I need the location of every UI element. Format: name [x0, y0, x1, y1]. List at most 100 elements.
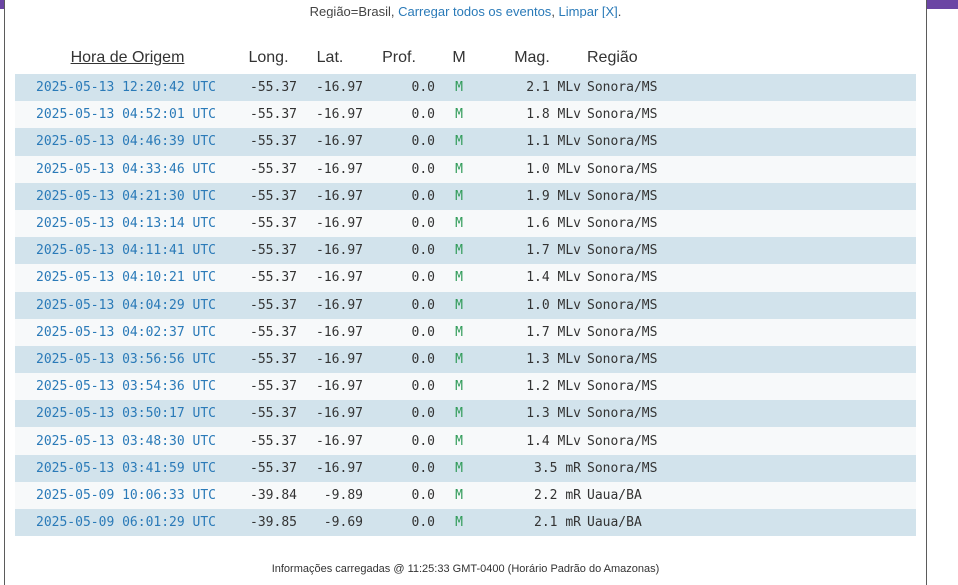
table-row[interactable]: 2025-05-13 03:48:30 UTC -55.37 -16.97 0.0 M 1…	[15, 427, 916, 455]
event-region: Sonora/MS	[581, 155, 916, 183]
event-depth: 0.0	[363, 373, 435, 401]
event-longitude: -55.37	[240, 237, 297, 265]
event-time-link[interactable]: 2025-05-13 03:56:56 UTC	[15, 345, 240, 374]
event-magnitude: 1.3 MLv	[483, 400, 581, 428]
table-row[interactable]: 2025-05-13 03:54:36 UTC -55.37 -16.97 0.0 M 1…	[15, 373, 916, 401]
table-row[interactable]: 2025-05-13 03:41:59 UTC -55.37 -16.97 0.0 M 3…	[15, 454, 916, 482]
event-mode: M	[435, 373, 483, 401]
event-rows: 2025-05-13 12:20:42 UTC -55.37 -16.97 0.0 M 2…	[15, 74, 916, 537]
event-depth: 0.0	[363, 74, 435, 102]
event-region: Sonora/MS	[581, 101, 916, 129]
event-magnitude: 1.0 MLv	[483, 155, 581, 183]
event-depth: 0.0	[363, 128, 435, 156]
event-time-link[interactable]: 2025-05-13 04:13:14 UTC	[15, 209, 240, 238]
event-time-link[interactable]: 2025-05-13 04:46:39 UTC	[15, 128, 240, 156]
event-depth: 0.0	[363, 481, 435, 509]
event-mode: M	[435, 128, 483, 156]
table-row[interactable]: 2025-05-13 04:46:39 UTC -55.37 -16.97 0.0 M 1…	[15, 128, 916, 156]
table-row[interactable]: 2025-05-09 10:06:33 UTC -39.84 -9.89 0.0 M 2.…	[15, 481, 916, 509]
event-region: Sonora/MS	[581, 427, 916, 455]
event-time-link[interactable]: 2025-05-13 04:21:30 UTC	[15, 182, 240, 210]
event-longitude: -39.85	[240, 509, 297, 537]
event-region: Uaua/BA	[581, 481, 916, 509]
event-latitude: -16.97	[297, 209, 363, 238]
event-longitude: -55.37	[240, 400, 297, 428]
event-time-link[interactable]: 2025-05-13 04:10:21 UTC	[15, 264, 240, 292]
event-time-link[interactable]: 2025-05-13 04:02:37 UTC	[15, 318, 240, 346]
table-row[interactable]: 2025-05-13 04:33:46 UTC -55.37 -16.97 0.0 M 1…	[15, 155, 916, 183]
event-region: Sonora/MS	[581, 209, 916, 238]
event-longitude: -55.37	[240, 291, 297, 319]
event-mode: M	[435, 427, 483, 455]
event-longitude: -55.37	[240, 264, 297, 292]
event-longitude: -55.37	[240, 345, 297, 374]
event-time-link[interactable]: 2025-05-09 10:06:33 UTC	[15, 481, 240, 509]
event-magnitude: 2.1 mR	[483, 509, 581, 537]
table-row[interactable]: 2025-05-13 03:50:17 UTC -55.37 -16.97 0.0 M 1…	[15, 400, 916, 428]
event-longitude: -55.37	[240, 427, 297, 455]
table-row[interactable]: 2025-05-13 04:21:30 UTC -55.37 -16.97 0.0 M 1…	[15, 182, 916, 210]
event-latitude: -16.97	[297, 291, 363, 319]
table-row[interactable]: 2025-05-13 04:10:21 UTC -55.37 -16.97 0.0 M 1…	[15, 264, 916, 292]
table-row[interactable]: 2025-05-13 12:20:42 UTC -55.37 -16.97 0.0 M 2…	[15, 74, 916, 102]
event-time-link[interactable]: 2025-05-13 04:11:41 UTC	[15, 237, 240, 265]
event-magnitude: 2.2 mR	[483, 481, 581, 509]
event-magnitude: 1.9 MLv	[483, 182, 581, 210]
event-region: Sonora/MS	[581, 182, 916, 210]
header-depth: Prof.	[382, 49, 416, 66]
event-magnitude: 2.1 MLv	[483, 74, 581, 102]
event-longitude: -55.37	[240, 128, 297, 156]
table-row[interactable]: 2025-05-13 04:02:37 UTC -55.37 -16.97 0.0 M 1…	[15, 318, 916, 346]
event-time-link[interactable]: 2025-05-13 03:54:36 UTC	[15, 373, 240, 401]
event-depth: 0.0	[363, 101, 435, 129]
event-magnitude: 1.7 MLv	[483, 237, 581, 265]
table-row[interactable]: 2025-05-13 04:11:41 UTC -55.37 -16.97 0.0 M 1…	[15, 237, 916, 265]
event-magnitude: 1.6 MLv	[483, 209, 581, 238]
event-mode: M	[435, 182, 483, 210]
event-magnitude: 1.3 MLv	[483, 345, 581, 374]
table-row[interactable]: 2025-05-09 06:01:29 UTC -39.85 -9.69 0.0 M 2.…	[15, 509, 916, 537]
event-region: Sonora/MS	[581, 128, 916, 156]
event-time-link[interactable]: 2025-05-13 04:04:29 UTC	[15, 291, 240, 319]
event-mode: M	[435, 291, 483, 319]
event-latitude: -16.97	[297, 373, 363, 401]
event-region: Sonora/MS	[581, 237, 916, 265]
event-depth: 0.0	[363, 291, 435, 319]
event-time-link[interactable]: 2025-05-09 06:01:29 UTC	[15, 509, 240, 537]
table-row[interactable]: 2025-05-13 04:52:01 UTC -55.37 -16.97 0.0 M 1…	[15, 101, 916, 129]
event-time-link[interactable]: 2025-05-13 04:33:46 UTC	[15, 155, 240, 183]
header-longitude: Long.	[248, 49, 289, 66]
table-row[interactable]: 2025-05-13 04:13:14 UTC -55.37 -16.97 0.0 M 1…	[15, 209, 916, 238]
header-origin-time[interactable]: Hora de Origem	[15, 42, 240, 74]
event-depth: 0.0	[363, 427, 435, 455]
event-mode: M	[435, 264, 483, 292]
event-magnitude: 3.5 mR	[483, 454, 581, 482]
event-magnitude: 1.7 MLv	[483, 318, 581, 346]
event-region: Sonora/MS	[581, 318, 916, 346]
event-latitude: -16.97	[297, 237, 363, 265]
event-time-link[interactable]: 2025-05-13 12:20:42 UTC	[15, 74, 240, 102]
event-mode: M	[435, 155, 483, 183]
table-row[interactable]: 2025-05-13 03:56:56 UTC -55.37 -16.97 0.0 M 1…	[15, 345, 916, 374]
event-magnitude: 1.1 MLv	[483, 128, 581, 156]
event-depth: 0.0	[363, 182, 435, 210]
load-all-events-link[interactable]: Carregar todos os eventos	[398, 4, 551, 18]
event-latitude: -16.97	[297, 400, 363, 428]
filter-region-text: Região=Brasil,	[309, 4, 399, 18]
header-latitude: Lat.	[316, 49, 344, 66]
event-latitude: -16.97	[297, 345, 363, 374]
clear-filter-link[interactable]: Limpar [X]	[559, 4, 618, 18]
event-time-link[interactable]: 2025-05-13 03:41:59 UTC	[15, 454, 240, 482]
event-time-link[interactable]: 2025-05-13 03:50:17 UTC	[15, 400, 240, 428]
event-longitude: -55.37	[240, 74, 297, 102]
event-latitude: -9.89	[297, 481, 363, 509]
filter-separator: ,	[551, 4, 559, 18]
event-mode: M	[435, 237, 483, 265]
event-magnitude: 1.0 MLv	[483, 291, 581, 319]
event-region: Sonora/MS	[581, 74, 916, 102]
event-time-link[interactable]: 2025-05-13 03:48:30 UTC	[15, 427, 240, 455]
events-table: Hora de Origem Long. Lat. Prof. M Mag. R…	[15, 42, 916, 537]
event-longitude: -55.37	[240, 155, 297, 183]
table-row[interactable]: 2025-05-13 04:04:29 UTC -55.37 -16.97 0.0 M 1…	[15, 291, 916, 319]
event-time-link[interactable]: 2025-05-13 04:52:01 UTC	[15, 101, 240, 129]
